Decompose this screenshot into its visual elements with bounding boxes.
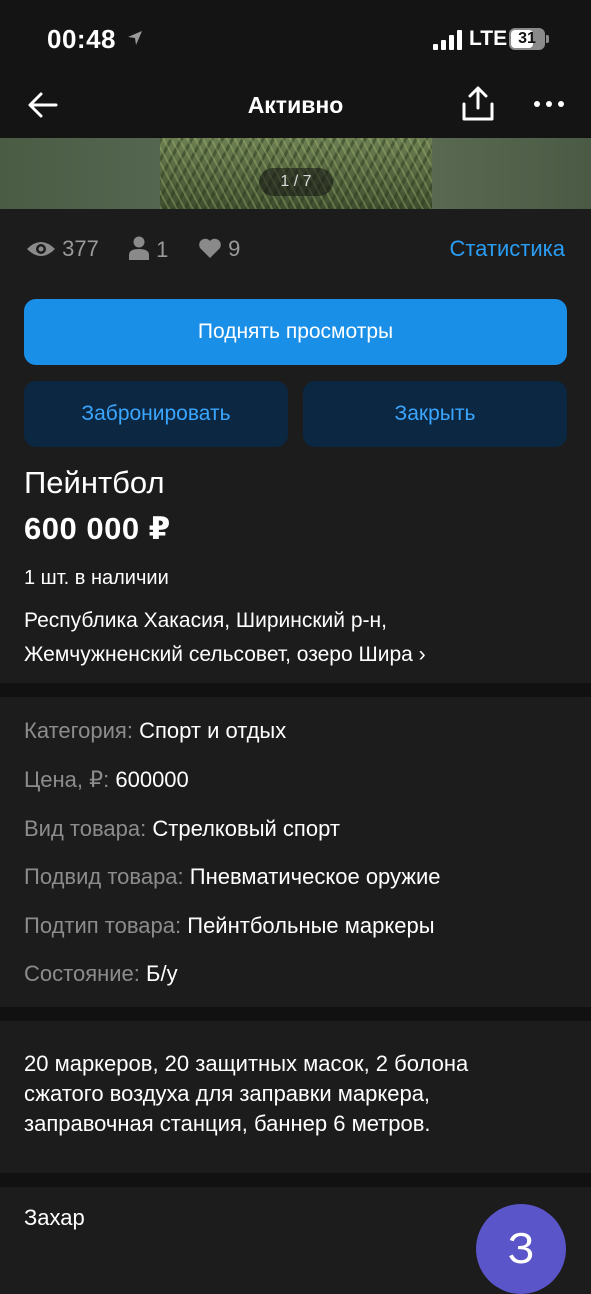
param-key: Подтип товара:: [24, 913, 182, 938]
photo-thumb-next: [432, 138, 591, 209]
param-row: Состояние: Б/у: [24, 961, 178, 987]
nav-bar: Активно: [0, 80, 591, 138]
eye-icon: [27, 242, 55, 256]
location-arrow-icon: [128, 31, 142, 45]
param-key: Цена, ₽:: [24, 767, 110, 792]
description-line: заправочная станция, баннер 6 метров.: [24, 1111, 431, 1136]
param-row: Вид товара: Стрелковый спорт: [24, 816, 340, 842]
network-label: LTE: [469, 27, 508, 50]
status-bar: 00:48 LTE 31: [0, 0, 591, 80]
divider: [0, 1007, 591, 1021]
param-key: Состояние:: [24, 961, 140, 986]
views-count: 377: [62, 236, 99, 261]
boost-views-button[interactable]: Поднять просмотры: [24, 299, 567, 365]
photo-thumb-prev: [0, 138, 160, 209]
share-icon[interactable]: [460, 84, 496, 124]
address-line-1: Республика Хакасия, Ширинский р-н,: [24, 609, 387, 632]
heart-icon: [199, 238, 221, 258]
param-row: Подвид товара: Пневматическое оружие: [24, 864, 441, 890]
listing-title: Пейнтбол: [24, 465, 165, 500]
param-key: Категория:: [24, 718, 133, 743]
close-listing-button[interactable]: Закрыть: [303, 381, 567, 447]
more-icon[interactable]: [533, 94, 565, 114]
contacts-count: 1: [156, 237, 169, 262]
avatar[interactable]: З: [476, 1204, 566, 1294]
param-value: Спорт и отдых: [139, 718, 287, 743]
page-title: Активно: [247, 92, 344, 118]
favorites-stat: 9: [198, 236, 240, 262]
param-value: Пневматическое оружие: [189, 864, 441, 889]
description-line: 20 маркеров, 20 защитных масок, 2 болона: [24, 1051, 469, 1076]
param-value: Стрелковый спорт: [152, 816, 340, 841]
param-value: Б/у: [146, 961, 178, 986]
divider: [0, 1173, 591, 1187]
param-key: Подвид товара:: [24, 864, 184, 889]
param-row: Категория: Спорт и отдых: [24, 718, 286, 744]
address-link[interactable]: Республика Хакасия, Ширинский р-н, Жемчу…: [24, 604, 564, 672]
signal-icon: [433, 30, 462, 50]
stats-row: 377 1 9 Статистика: [0, 226, 591, 274]
param-row: Подтип товара: Пейнтбольные маркеры: [24, 913, 435, 939]
stock-info: 1 шт. в наличии: [24, 567, 169, 589]
views-stat: 377: [26, 236, 99, 262]
favorites-count: 9: [228, 236, 241, 261]
seller-name[interactable]: Захар: [24, 1205, 85, 1231]
photo-counter: 1 / 7: [259, 168, 333, 196]
param-row: Цена, ₽: 600000: [24, 767, 189, 793]
listing-price: 600 000 ₽: [24, 511, 171, 546]
battery-level: 31: [518, 30, 536, 47]
person-icon: [129, 236, 149, 260]
param-key: Вид товара:: [24, 816, 147, 841]
contacts-stat: 1: [128, 236, 168, 263]
status-time: 00:48: [47, 24, 116, 54]
address-line-2: Жемчужненский сельсовет, озеро Шира ›: [24, 643, 426, 666]
reserve-button[interactable]: Забронировать: [24, 381, 288, 447]
statistics-link[interactable]: Статистика: [449, 236, 565, 262]
listing-description: 20 маркеров, 20 защитных масок, 2 болона…: [24, 1049, 569, 1139]
param-value: 600000: [115, 767, 189, 792]
battery-icon: 31: [509, 28, 545, 50]
description-line: сжатого воздуха для заправки маркера,: [24, 1081, 431, 1106]
divider: [0, 683, 591, 697]
param-value: Пейнтбольные маркеры: [187, 913, 435, 938]
